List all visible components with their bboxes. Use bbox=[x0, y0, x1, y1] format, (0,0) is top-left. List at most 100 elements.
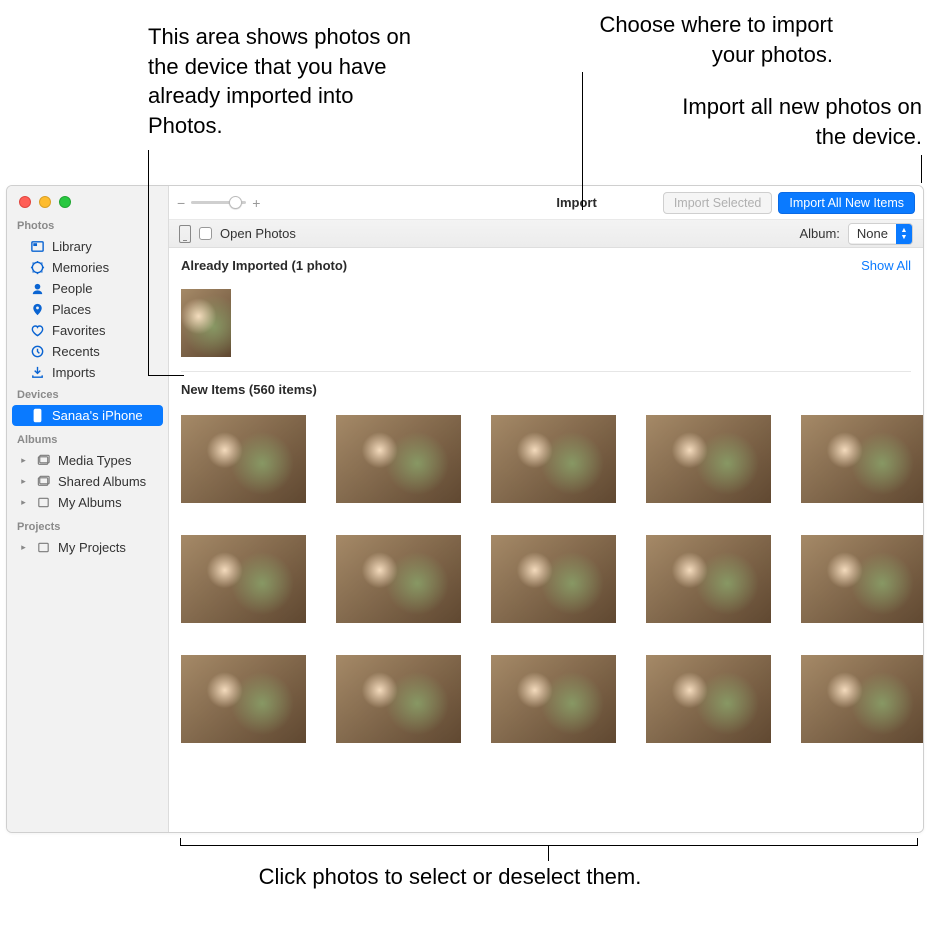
new-items-grid bbox=[181, 401, 911, 743]
sidebar-item-shared-albums[interactable]: ▸ Shared Albums bbox=[7, 471, 168, 492]
sidebar-item-imports[interactable]: Imports bbox=[7, 362, 168, 383]
callout-line bbox=[180, 838, 181, 846]
photo-thumbnail[interactable] bbox=[181, 415, 306, 503]
close-window-button[interactable] bbox=[19, 196, 31, 208]
already-imported-header: Already Imported (1 photo) Show All bbox=[181, 258, 911, 279]
toolbar: − + Import Import Selected Import All Ne… bbox=[169, 186, 923, 220]
import-all-button[interactable]: Import All New Items bbox=[778, 192, 915, 214]
photo-thumbnail[interactable] bbox=[491, 655, 616, 743]
sidebar-item-label: Media Types bbox=[58, 453, 131, 468]
device-icon bbox=[179, 225, 191, 243]
main-content: − + Import Import Selected Import All Ne… bbox=[169, 186, 923, 832]
sidebar: Photos Library Memories People Places bbox=[7, 186, 169, 832]
zoom-window-button[interactable] bbox=[59, 196, 71, 208]
sidebar-section-devices: Devices bbox=[7, 387, 168, 405]
sidebar-item-label: Favorites bbox=[52, 323, 105, 338]
already-imported-row bbox=[181, 279, 911, 372]
sidebar-item-favorites[interactable]: Favorites bbox=[7, 320, 168, 341]
library-icon bbox=[29, 239, 45, 254]
disclosure-triangle-icon[interactable]: ▸ bbox=[19, 543, 28, 552]
open-photos-label: Open Photos bbox=[220, 226, 296, 241]
callout-line bbox=[548, 845, 549, 861]
album-icon bbox=[35, 540, 51, 555]
import-selected-button[interactable]: Import Selected bbox=[663, 192, 773, 214]
album-icon bbox=[35, 495, 51, 510]
callout-line bbox=[921, 155, 922, 183]
sidebar-item-my-albums[interactable]: ▸ My Albums bbox=[7, 492, 168, 513]
memories-icon bbox=[29, 260, 45, 275]
new-items-title: New Items (560 items) bbox=[181, 372, 911, 401]
sidebar-item-device[interactable]: Sanaa's iPhone bbox=[12, 405, 163, 426]
callout-album: Choose where to import your photos. bbox=[583, 10, 833, 69]
zoom-out-button[interactable]: − bbox=[177, 195, 185, 211]
disclosure-triangle-icon[interactable]: ▸ bbox=[19, 456, 28, 465]
photo-thumbnail[interactable] bbox=[801, 655, 923, 743]
sidebar-item-label: Imports bbox=[52, 365, 95, 380]
disclosure-triangle-icon[interactable]: ▸ bbox=[19, 477, 28, 486]
heart-icon bbox=[29, 323, 45, 338]
clock-icon bbox=[29, 344, 45, 359]
zoom-slider-thumb[interactable] bbox=[229, 196, 242, 209]
photo-thumbnail[interactable] bbox=[491, 415, 616, 503]
sidebar-item-recents[interactable]: Recents bbox=[7, 341, 168, 362]
photo-thumbnail[interactable] bbox=[181, 655, 306, 743]
photo-thumbnail[interactable] bbox=[336, 415, 461, 503]
sidebar-item-memories[interactable]: Memories bbox=[7, 257, 168, 278]
sidebar-item-label: Memories bbox=[52, 260, 109, 275]
callout-line bbox=[582, 72, 583, 210]
sidebar-section-projects: Projects bbox=[7, 519, 168, 537]
photo-thumbnail[interactable] bbox=[646, 415, 771, 503]
album-label: Album: bbox=[799, 226, 839, 241]
sidebar-item-label: Places bbox=[52, 302, 91, 317]
photo-thumbnail[interactable] bbox=[181, 289, 231, 357]
people-icon bbox=[29, 281, 45, 296]
callout-line bbox=[917, 838, 918, 846]
sidebar-item-label: People bbox=[52, 281, 92, 296]
photo-thumbnail[interactable] bbox=[801, 535, 923, 623]
sidebar-item-label: Library bbox=[52, 239, 92, 254]
places-icon bbox=[29, 302, 45, 317]
album-select-value: None bbox=[849, 224, 896, 243]
sidebar-item-label: My Albums bbox=[58, 495, 122, 510]
page-title: Import bbox=[556, 195, 656, 210]
import-icon bbox=[29, 365, 45, 380]
iphone-icon bbox=[29, 408, 45, 423]
zoom-slider[interactable] bbox=[191, 201, 246, 204]
import-info-bar: Open Photos Album: None ▲▼ bbox=[169, 220, 923, 248]
sidebar-section-albums: Albums bbox=[7, 432, 168, 450]
photo-thumbnail[interactable] bbox=[336, 655, 461, 743]
sidebar-item-my-projects[interactable]: ▸ My Projects bbox=[7, 537, 168, 558]
photo-thumbnail[interactable] bbox=[646, 535, 771, 623]
sidebar-item-label: Recents bbox=[52, 344, 100, 359]
minimize-window-button[interactable] bbox=[39, 196, 51, 208]
sidebar-item-library[interactable]: Library bbox=[7, 236, 168, 257]
photo-thumbnail[interactable] bbox=[801, 415, 923, 503]
photo-thumbnail[interactable] bbox=[181, 535, 306, 623]
photo-thumbnail[interactable] bbox=[491, 535, 616, 623]
open-photos-checkbox[interactable] bbox=[199, 227, 212, 240]
photos-app-window: Photos Library Memories People Places bbox=[6, 185, 924, 833]
callout-select: Click photos to select or deselect them. bbox=[250, 862, 650, 892]
photo-thumbnail[interactable] bbox=[336, 535, 461, 623]
disclosure-triangle-icon[interactable]: ▸ bbox=[19, 498, 28, 507]
sidebar-section-photos: Photos bbox=[7, 218, 168, 236]
zoom-in-button[interactable]: + bbox=[252, 195, 260, 211]
sidebar-item-label: Shared Albums bbox=[58, 474, 146, 489]
callout-import-all: Import all new photos on the device. bbox=[665, 92, 922, 151]
window-controls bbox=[7, 192, 168, 218]
sidebar-item-media-types[interactable]: ▸ Media Types bbox=[7, 450, 168, 471]
already-imported-title: Already Imported (1 photo) bbox=[181, 258, 347, 273]
callout-already-imported: This area shows photos on the device tha… bbox=[148, 22, 423, 141]
chevron-up-down-icon: ▲▼ bbox=[896, 224, 912, 244]
callout-line bbox=[148, 375, 184, 376]
sidebar-item-places[interactable]: Places bbox=[7, 299, 168, 320]
zoom-control: − + bbox=[177, 195, 260, 211]
sidebar-item-people[interactable]: People bbox=[7, 278, 168, 299]
album-icon bbox=[35, 453, 51, 468]
show-all-link[interactable]: Show All bbox=[861, 258, 911, 273]
import-content: Already Imported (1 photo) Show All New … bbox=[169, 248, 923, 832]
callout-line bbox=[148, 150, 149, 375]
album-icon bbox=[35, 474, 51, 489]
album-select[interactable]: None ▲▼ bbox=[848, 223, 913, 245]
photo-thumbnail[interactable] bbox=[646, 655, 771, 743]
